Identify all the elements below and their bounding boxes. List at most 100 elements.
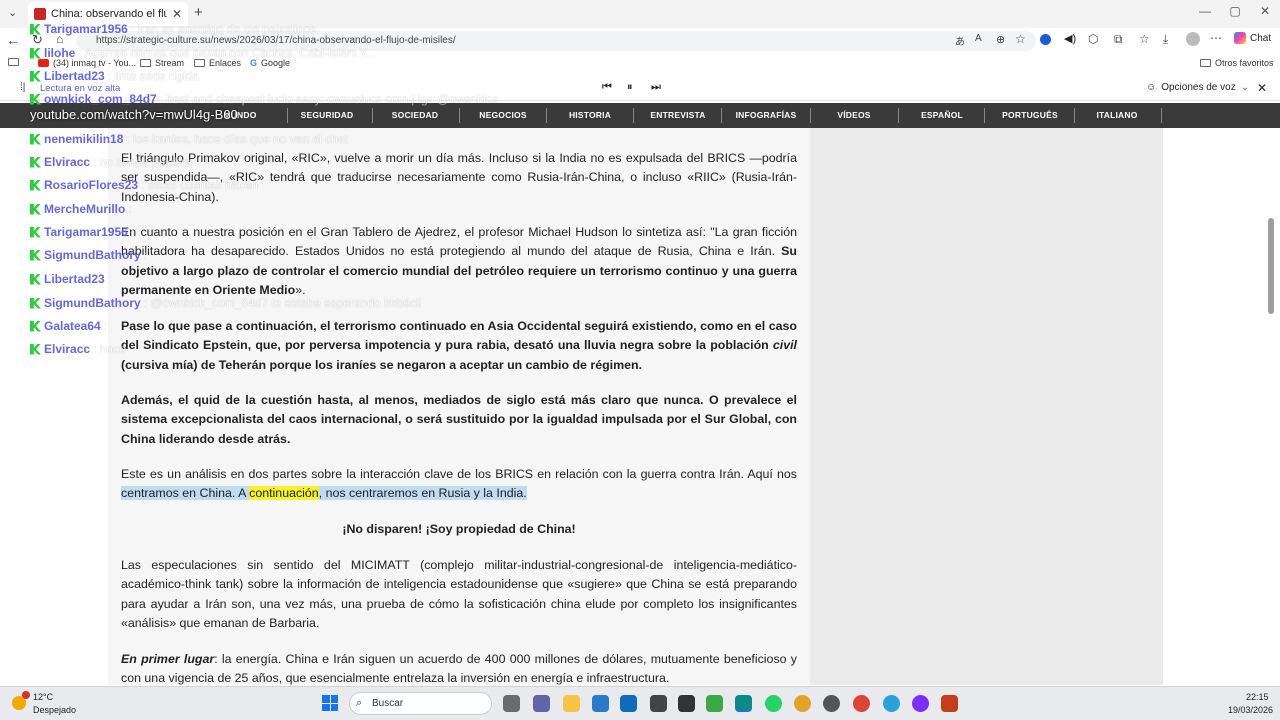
weather-temp: 12°C [33, 692, 54, 702]
read-aloud-icon[interactable]: A [975, 33, 982, 44]
previous-icon[interactable]: ⏮ [602, 81, 612, 94]
maximize-icon[interactable]: ▢ [1220, 4, 1250, 18]
more-menu-icon[interactable]: ⋯ [1210, 31, 1222, 45]
chat-text: : estas cuentas hacen [141, 178, 258, 192]
url-text: https://strategic-culture.su/news/2026/0… [96, 35, 456, 46]
close-read-aloud-icon[interactable]: ✕ [1257, 81, 1267, 95]
teams-icon[interactable] [533, 695, 550, 712]
chat-message: SigmundBathory: @ownkick_com_84d7 te est… [30, 296, 421, 310]
nav-entrevista[interactable]: ENTREVISTA [643, 103, 713, 128]
davinci-icon[interactable] [823, 695, 840, 712]
chat-username: SigmundBathory [44, 296, 141, 310]
chat-message: lilohe: Agarren nomas que pasan con Cach… [30, 46, 376, 60]
close-tab-icon[interactable]: ✕ [172, 7, 182, 21]
notification-badge [22, 691, 30, 699]
chat-username: Elviracc [44, 342, 91, 356]
split-screen-icon[interactable]: ⧉ [1114, 32, 1123, 47]
kick-icon [30, 179, 41, 191]
copilot-icon [1234, 32, 1246, 44]
profile-avatar[interactable] [1186, 32, 1200, 46]
clock-time[interactable]: 22:15 [1246, 692, 1269, 702]
chrome-icon[interactable] [853, 695, 870, 712]
zoom-icon[interactable]: ⊕ [996, 33, 1005, 46]
whatsapp-icon[interactable] [765, 695, 782, 712]
bookmarks-toggle-icon[interactable] [8, 58, 19, 66]
downloads-icon[interactable]: ⤓ [1163, 32, 1168, 47]
paragraph-micimatt: Las especulaciones sin sentido del MICIM… [121, 558, 797, 630]
chat-text: : hace [93, 342, 126, 356]
minimize-icon[interactable]: — [1190, 4, 1220, 18]
chat-username: lilohe [44, 46, 76, 60]
powerpoint-icon[interactable] [941, 695, 958, 712]
nav-seguridad[interactable]: SEGURIDAD [292, 103, 362, 128]
copilot-chat-button[interactable]: Chat [1234, 32, 1271, 44]
kick-icon [30, 133, 41, 145]
task-view-icon[interactable] [503, 695, 520, 712]
nav-historia[interactable]: HISTORIA [555, 103, 625, 128]
app-icon[interactable] [678, 695, 695, 712]
edge-icon[interactable] [735, 695, 752, 712]
nav-infografias[interactable]: INFOGRAFÍAS [726, 103, 806, 128]
chatgpt-icon[interactable] [650, 695, 667, 712]
taskbar-search-input[interactable]: Buscar [349, 692, 492, 715]
other-favorites[interactable]: Otros favoritos [1200, 58, 1274, 68]
nav-sociedad[interactable]: SOCIEDAD [380, 103, 450, 128]
chat-text: : lima sede rígida [107, 69, 200, 83]
clock-date[interactable]: 19/03/2026 [1228, 705, 1273, 715]
chat-username: Libertad23 [44, 69, 105, 83]
chat-username: Galatea64 [44, 319, 101, 333]
read-aloud-icon: ⁞| [20, 82, 26, 93]
nav-espanol[interactable]: ESPAÑOL [907, 103, 977, 128]
next-icon[interactable]: ⏭ [651, 81, 661, 94]
chat-text: : Iran es enemigo de los palestinos [130, 22, 317, 36]
windows-taskbar [0, 686, 1280, 720]
paragraph-terrorismo: Pase lo que pase a continuación, el terr… [121, 319, 797, 372]
chat-message: Elviracc: no tienes palabra [30, 155, 192, 169]
voice-options-button[interactable]: ☺ Opciones de voz ⌄ [1146, 82, 1249, 93]
favorite-star-icon[interactable]: ☆ [1015, 32, 1026, 46]
chat-message: nenemikilin18: los iraníes, hace días qu… [30, 132, 348, 146]
nav-italiano[interactable]: ITALIANO [1082, 103, 1152, 128]
chat-message: Tarigamar1956: [30, 225, 134, 239]
translate-icon[interactable]: あ [955, 33, 965, 48]
file-explorer-icon[interactable] [563, 695, 580, 712]
nav-videos[interactable]: VÍDEOS [819, 103, 889, 128]
chat-message: Elviracc: hace [30, 342, 126, 356]
nav-portugues[interactable]: PORTUGUÊS [990, 103, 1070, 128]
extensions-puzzle-icon[interactable]: ⬡ [1088, 32, 1098, 46]
favorites-icon[interactable]: ☆ [1139, 32, 1150, 46]
right-sidebar [810, 128, 1163, 685]
back-icon[interactable]: ← [6, 32, 20, 48]
paragraph-energia: En primer lugar: la energía. China e Irá… [121, 652, 797, 686]
kick-icon [30, 203, 41, 215]
chat-username: MercheMurillo [44, 202, 126, 216]
telegram-icon[interactable] [883, 695, 900, 712]
chat-username: Tarigamar1956 [44, 22, 128, 36]
store-icon[interactable] [592, 695, 609, 712]
chat-username: Tarigamar1956 [44, 225, 128, 239]
pause-icon[interactable]: ⏸ [627, 81, 633, 94]
kick-icon [30, 249, 41, 261]
chat-text: : [143, 248, 148, 262]
camtasia-icon[interactable] [706, 695, 723, 712]
new-tab-icon[interactable]: + [194, 4, 203, 21]
weather-desc: Despejado [33, 705, 77, 715]
start-button-icon[interactable] [322, 695, 338, 711]
kick-icon [30, 156, 41, 168]
tab-list-icon[interactable]: ⌄ [8, 6, 17, 19]
kick-icon [30, 320, 41, 332]
chat-username: Libertad23 [44, 272, 105, 286]
chat-message: MercheMurillo: [30, 202, 132, 216]
folder-icon [1200, 59, 1211, 67]
chat-message: Libertad23: [30, 272, 111, 286]
chat-text: : [103, 319, 108, 333]
chrome-canary-icon[interactable] [794, 695, 811, 712]
mail-icon[interactable] [620, 695, 637, 712]
close-window-icon[interactable]: ✕ [1250, 4, 1280, 18]
page-scrollbar[interactable] [1268, 218, 1274, 314]
nav-negocios[interactable]: NEGOCIOS [468, 103, 538, 128]
section-heading: ¡No disparen! ¡Soy propiedad de China! [342, 522, 576, 536]
extension-icon[interactable] [1040, 34, 1051, 45]
obs-icon[interactable] [912, 695, 929, 712]
audio-icon[interactable]: ◀) [1064, 32, 1076, 45]
